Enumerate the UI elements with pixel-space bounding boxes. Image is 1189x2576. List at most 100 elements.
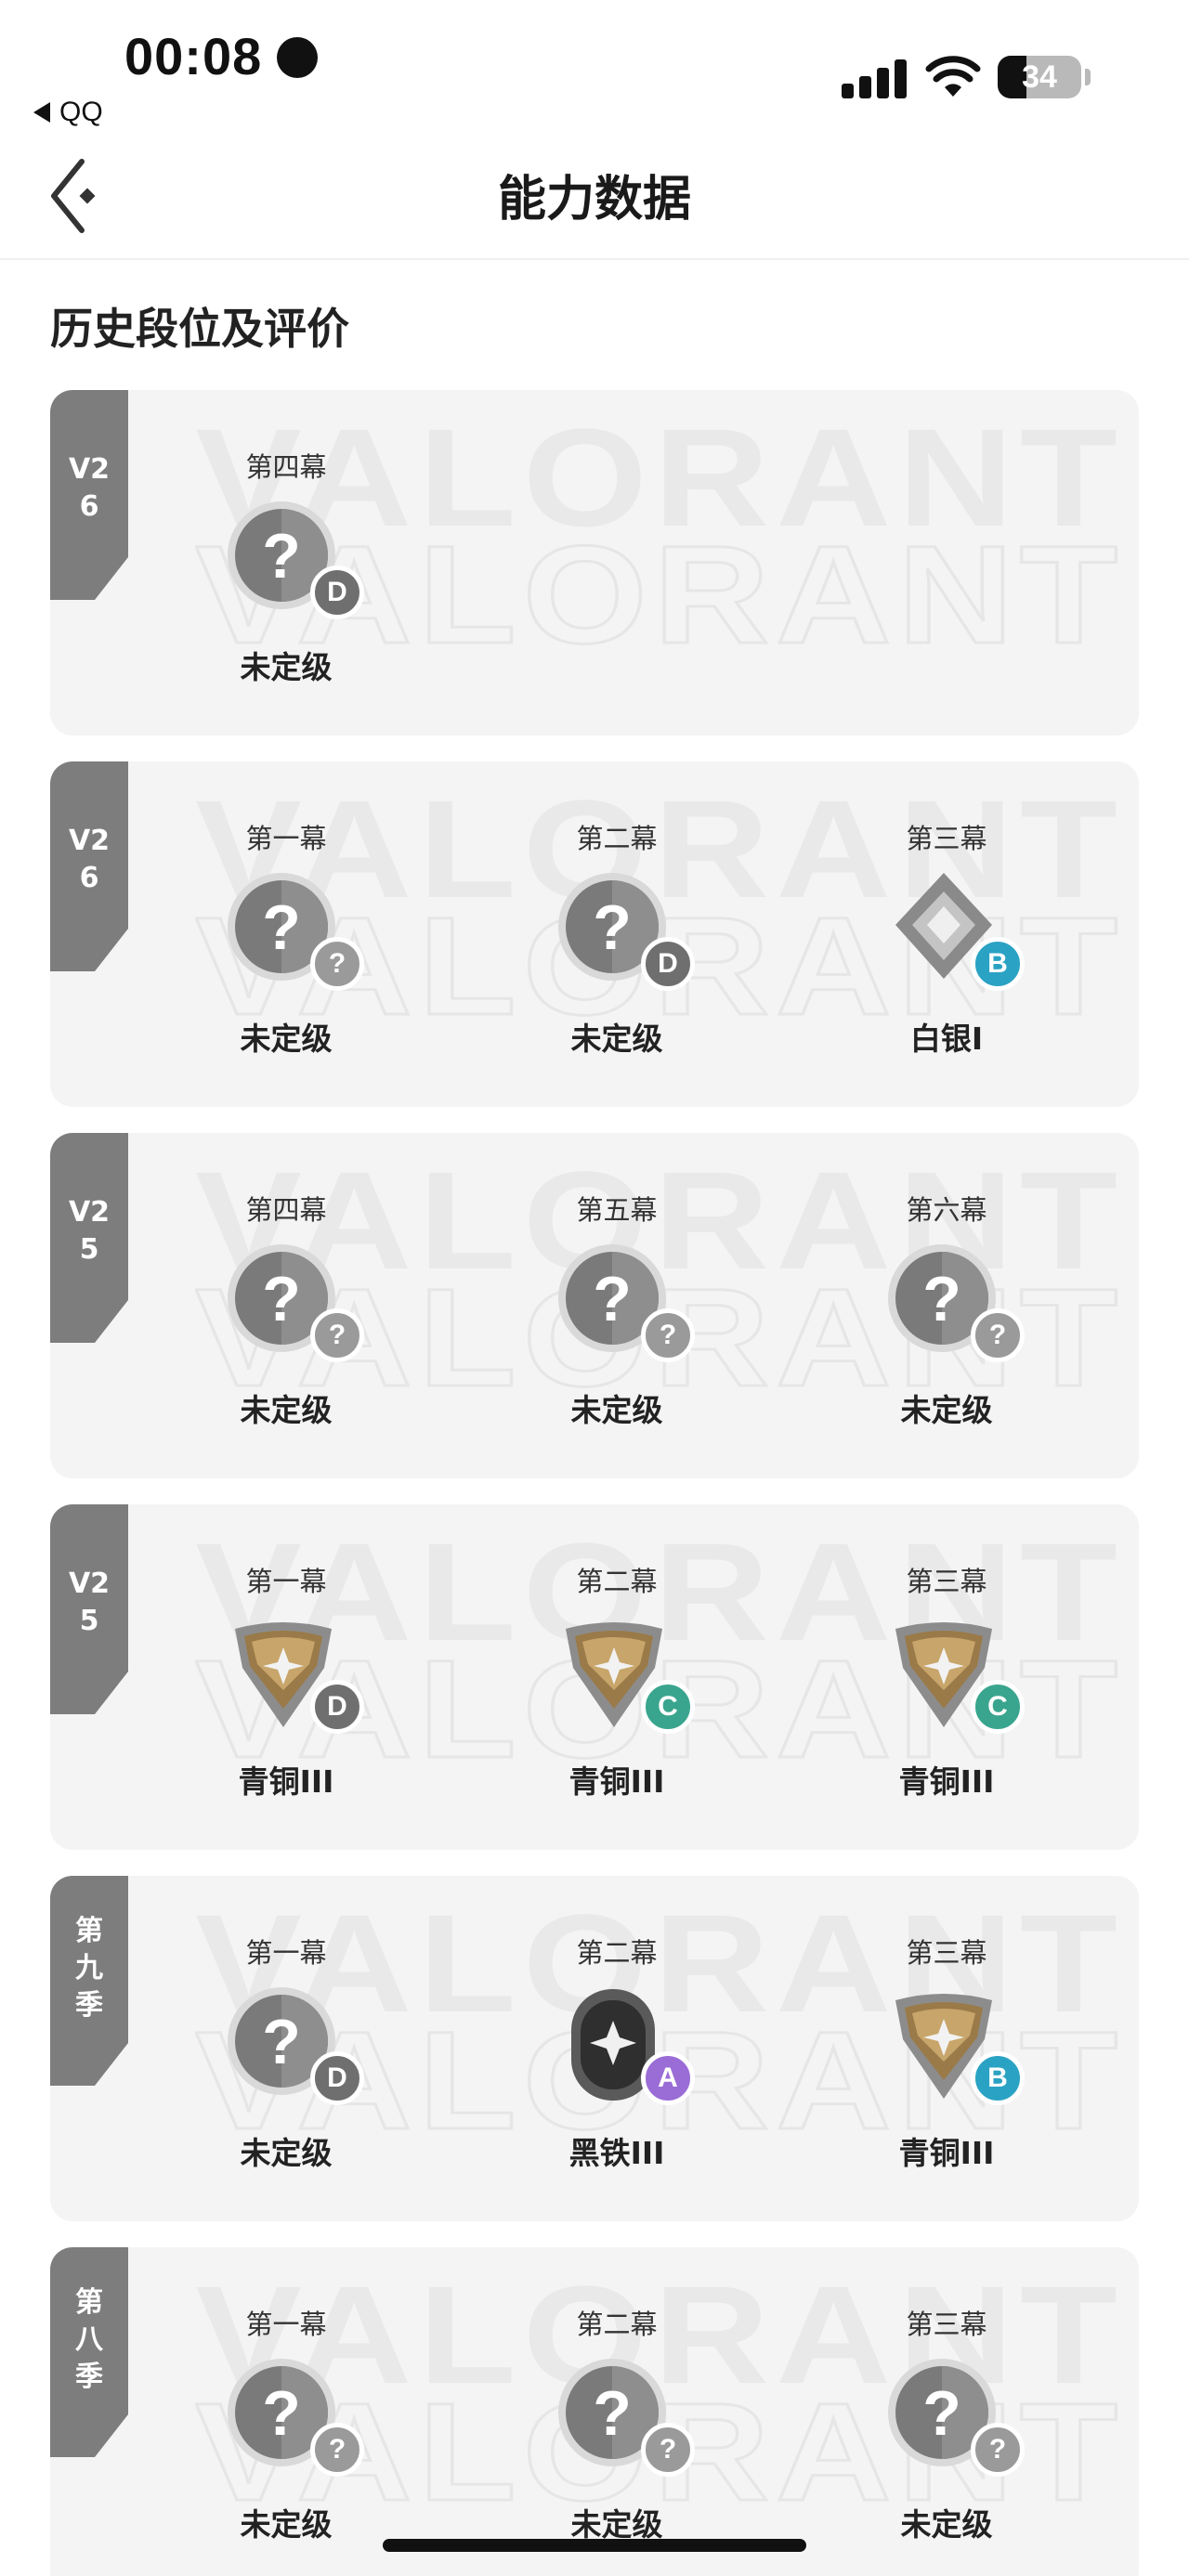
recording-dot-icon <box>277 37 318 78</box>
rank-iron-icon: A <box>555 1984 695 2108</box>
act-label: 第三幕 <box>906 2309 987 2340</box>
grade-badge: ? <box>310 1308 364 1362</box>
rank-label: 未定级 <box>240 2135 333 2171</box>
act-label: 第二幕 <box>576 1566 658 1597</box>
rank-unranked-icon: ? D <box>555 869 695 994</box>
wifi-icon <box>925 56 981 97</box>
grade-badge: ? <box>971 1308 1025 1362</box>
back-triangle-icon <box>33 102 50 123</box>
svg-text:?: ? <box>262 2007 301 2077</box>
grade-badge: ? <box>310 937 364 991</box>
act-slot[interactable]: 第二幕 C 青铜III <box>496 1504 738 1850</box>
season-card: VALORANTVALORANT第 九 季第一幕?D未定级第二幕A黑铁III第三… <box>50 1876 1139 2221</box>
act-slot[interactable]: 第二幕 ? D 未定级 <box>496 761 738 1107</box>
act-slot[interactable]: 第三幕?? 未定级 <box>826 2247 1067 2576</box>
back-app-label: QQ <box>59 97 103 127</box>
rank-unranked-icon: ? D <box>224 1984 364 2108</box>
rank-label: 黑铁III <box>568 2135 665 2171</box>
rank-label: 未定级 <box>900 1392 993 1428</box>
grade-badge: C <box>971 1680 1025 1734</box>
status-bar: 00:08 QQ 34 <box>0 0 1189 130</box>
season-label: V2 6 <box>68 825 111 894</box>
rank-label: 未定级 <box>570 1392 663 1428</box>
battery-tip <box>1085 69 1091 85</box>
season-card: VALORANTVALORANTV2 6第一幕??未定级第二幕?D未定级第三幕B… <box>50 761 1139 1107</box>
act-label: 第二幕 <box>576 2309 658 2340</box>
battery-icon: 34 <box>998 56 1081 98</box>
act-label: 第一幕 <box>245 1937 327 1969</box>
svg-text:?: ? <box>593 2378 632 2449</box>
grade-badge: C <box>641 1680 695 1734</box>
act-slot[interactable]: 第二幕 A 黑铁III <box>496 1876 738 2221</box>
svg-text:?: ? <box>593 892 632 963</box>
svg-text:?: ? <box>262 1264 301 1334</box>
rank-label: 白银I <box>909 1021 984 1057</box>
season-label: V2 5 <box>68 1196 111 1266</box>
grade-badge: ? <box>310 2423 364 2477</box>
act-label: 第五幕 <box>576 1194 658 1226</box>
grade-badge: D <box>310 1680 364 1734</box>
battery-percent: 34 <box>1022 59 1057 95</box>
season-card: VALORANTVALORANTV2 5第四幕??未定级第五幕??未定级第六幕?… <box>50 1133 1139 1478</box>
grade-badge: D <box>310 566 364 619</box>
rank-unranked-icon: ? D <box>224 498 364 622</box>
rank-label: 青铜III <box>898 1763 995 1800</box>
svg-text:?: ? <box>262 892 301 963</box>
act-slot[interactable]: 第一幕?? 未定级 <box>165 761 407 1107</box>
rank-bronze-icon: D <box>224 1612 364 1737</box>
act-label: 第二幕 <box>576 1937 658 1969</box>
rank-unranked-icon: ?? <box>884 1241 1025 1365</box>
act-label: 第四幕 <box>245 1194 327 1226</box>
act-slot[interactable]: 第二幕?? 未定级 <box>496 2247 738 2576</box>
grade-badge: A <box>641 2051 695 2105</box>
act-slot[interactable]: 第四幕? D 未定级 <box>165 390 407 735</box>
grade-badge: B <box>971 2051 1025 2105</box>
act-label: 第二幕 <box>576 823 658 854</box>
act-slot[interactable]: 第一幕 D 青铜III <box>165 1504 407 1850</box>
rank-label: 未定级 <box>900 2506 993 2543</box>
season-card: VALORANT VALORANT V2 6 第四幕? D 未定级 <box>50 390 1139 735</box>
act-slot[interactable]: 第四幕?? 未定级 <box>165 1133 407 1478</box>
grade-badge: ? <box>641 2423 695 2477</box>
season-label: V2 5 <box>68 1568 111 1637</box>
svg-text:?: ? <box>593 1264 632 1334</box>
season-label: V2 6 <box>68 453 111 523</box>
svg-text:?: ? <box>262 521 301 592</box>
rank-label: 青铜III <box>568 1763 665 1800</box>
rank-label: 未定级 <box>240 1392 333 1428</box>
rank-bronze-icon: B <box>884 1984 1025 2108</box>
act-slot[interactable]: 第三幕 B 青铜III <box>826 1876 1067 2221</box>
act-label: 第一幕 <box>245 2309 327 2340</box>
rank-history-list: VALORANTVALORANTV2 6第四幕?D未定级VALORANTVALO… <box>50 390 1139 2576</box>
rank-label: 未定级 <box>240 2506 333 2543</box>
rank-unranked-icon: ?? <box>555 1241 695 1365</box>
act-label: 第三幕 <box>906 1937 987 1969</box>
home-indicator[interactable] <box>383 2539 806 2552</box>
act-slot[interactable]: 第五幕?? 未定级 <box>496 1133 738 1478</box>
svg-text:?: ? <box>262 2378 301 2449</box>
grade-badge: B <box>971 937 1025 991</box>
rank-bronze-icon: C <box>555 1612 695 1737</box>
act-slot[interactable]: 第三幕 C 青铜III <box>826 1504 1067 1850</box>
rank-label: 未定级 <box>240 649 333 685</box>
back-to-app-link[interactable]: QQ <box>33 97 103 128</box>
nav-header: 能力数据 <box>0 130 1189 260</box>
act-slot[interactable]: 第三幕 B 白银I <box>826 761 1067 1107</box>
svg-text:?: ? <box>922 1264 961 1334</box>
act-slot[interactable]: 第一幕 ? D 未定级 <box>165 1876 407 2221</box>
grade-badge: ? <box>971 2423 1025 2477</box>
rank-silver-icon: B <box>884 869 1025 994</box>
act-slot[interactable]: 第六幕?? 未定级 <box>826 1133 1067 1478</box>
season-card: VALORANTVALORANT第 八 季第一幕??未定级第二幕??未定级第三幕… <box>50 2247 1139 2576</box>
rank-unranked-icon: ?? <box>224 1241 364 1365</box>
act-label: 第一幕 <box>245 823 327 854</box>
act-label: 第三幕 <box>906 1566 987 1597</box>
act-slot[interactable]: 第一幕?? 未定级 <box>165 2247 407 2576</box>
act-label: 第四幕 <box>245 451 327 483</box>
rank-label: 未定级 <box>570 1021 663 1057</box>
act-label: 第六幕 <box>906 1194 987 1226</box>
season-label: 第 八 季 <box>75 2286 103 2393</box>
cellular-signal-icon <box>842 58 907 98</box>
rank-unranked-icon: ?? <box>555 2355 695 2479</box>
section-title: 历史段位及评价 <box>50 304 349 354</box>
